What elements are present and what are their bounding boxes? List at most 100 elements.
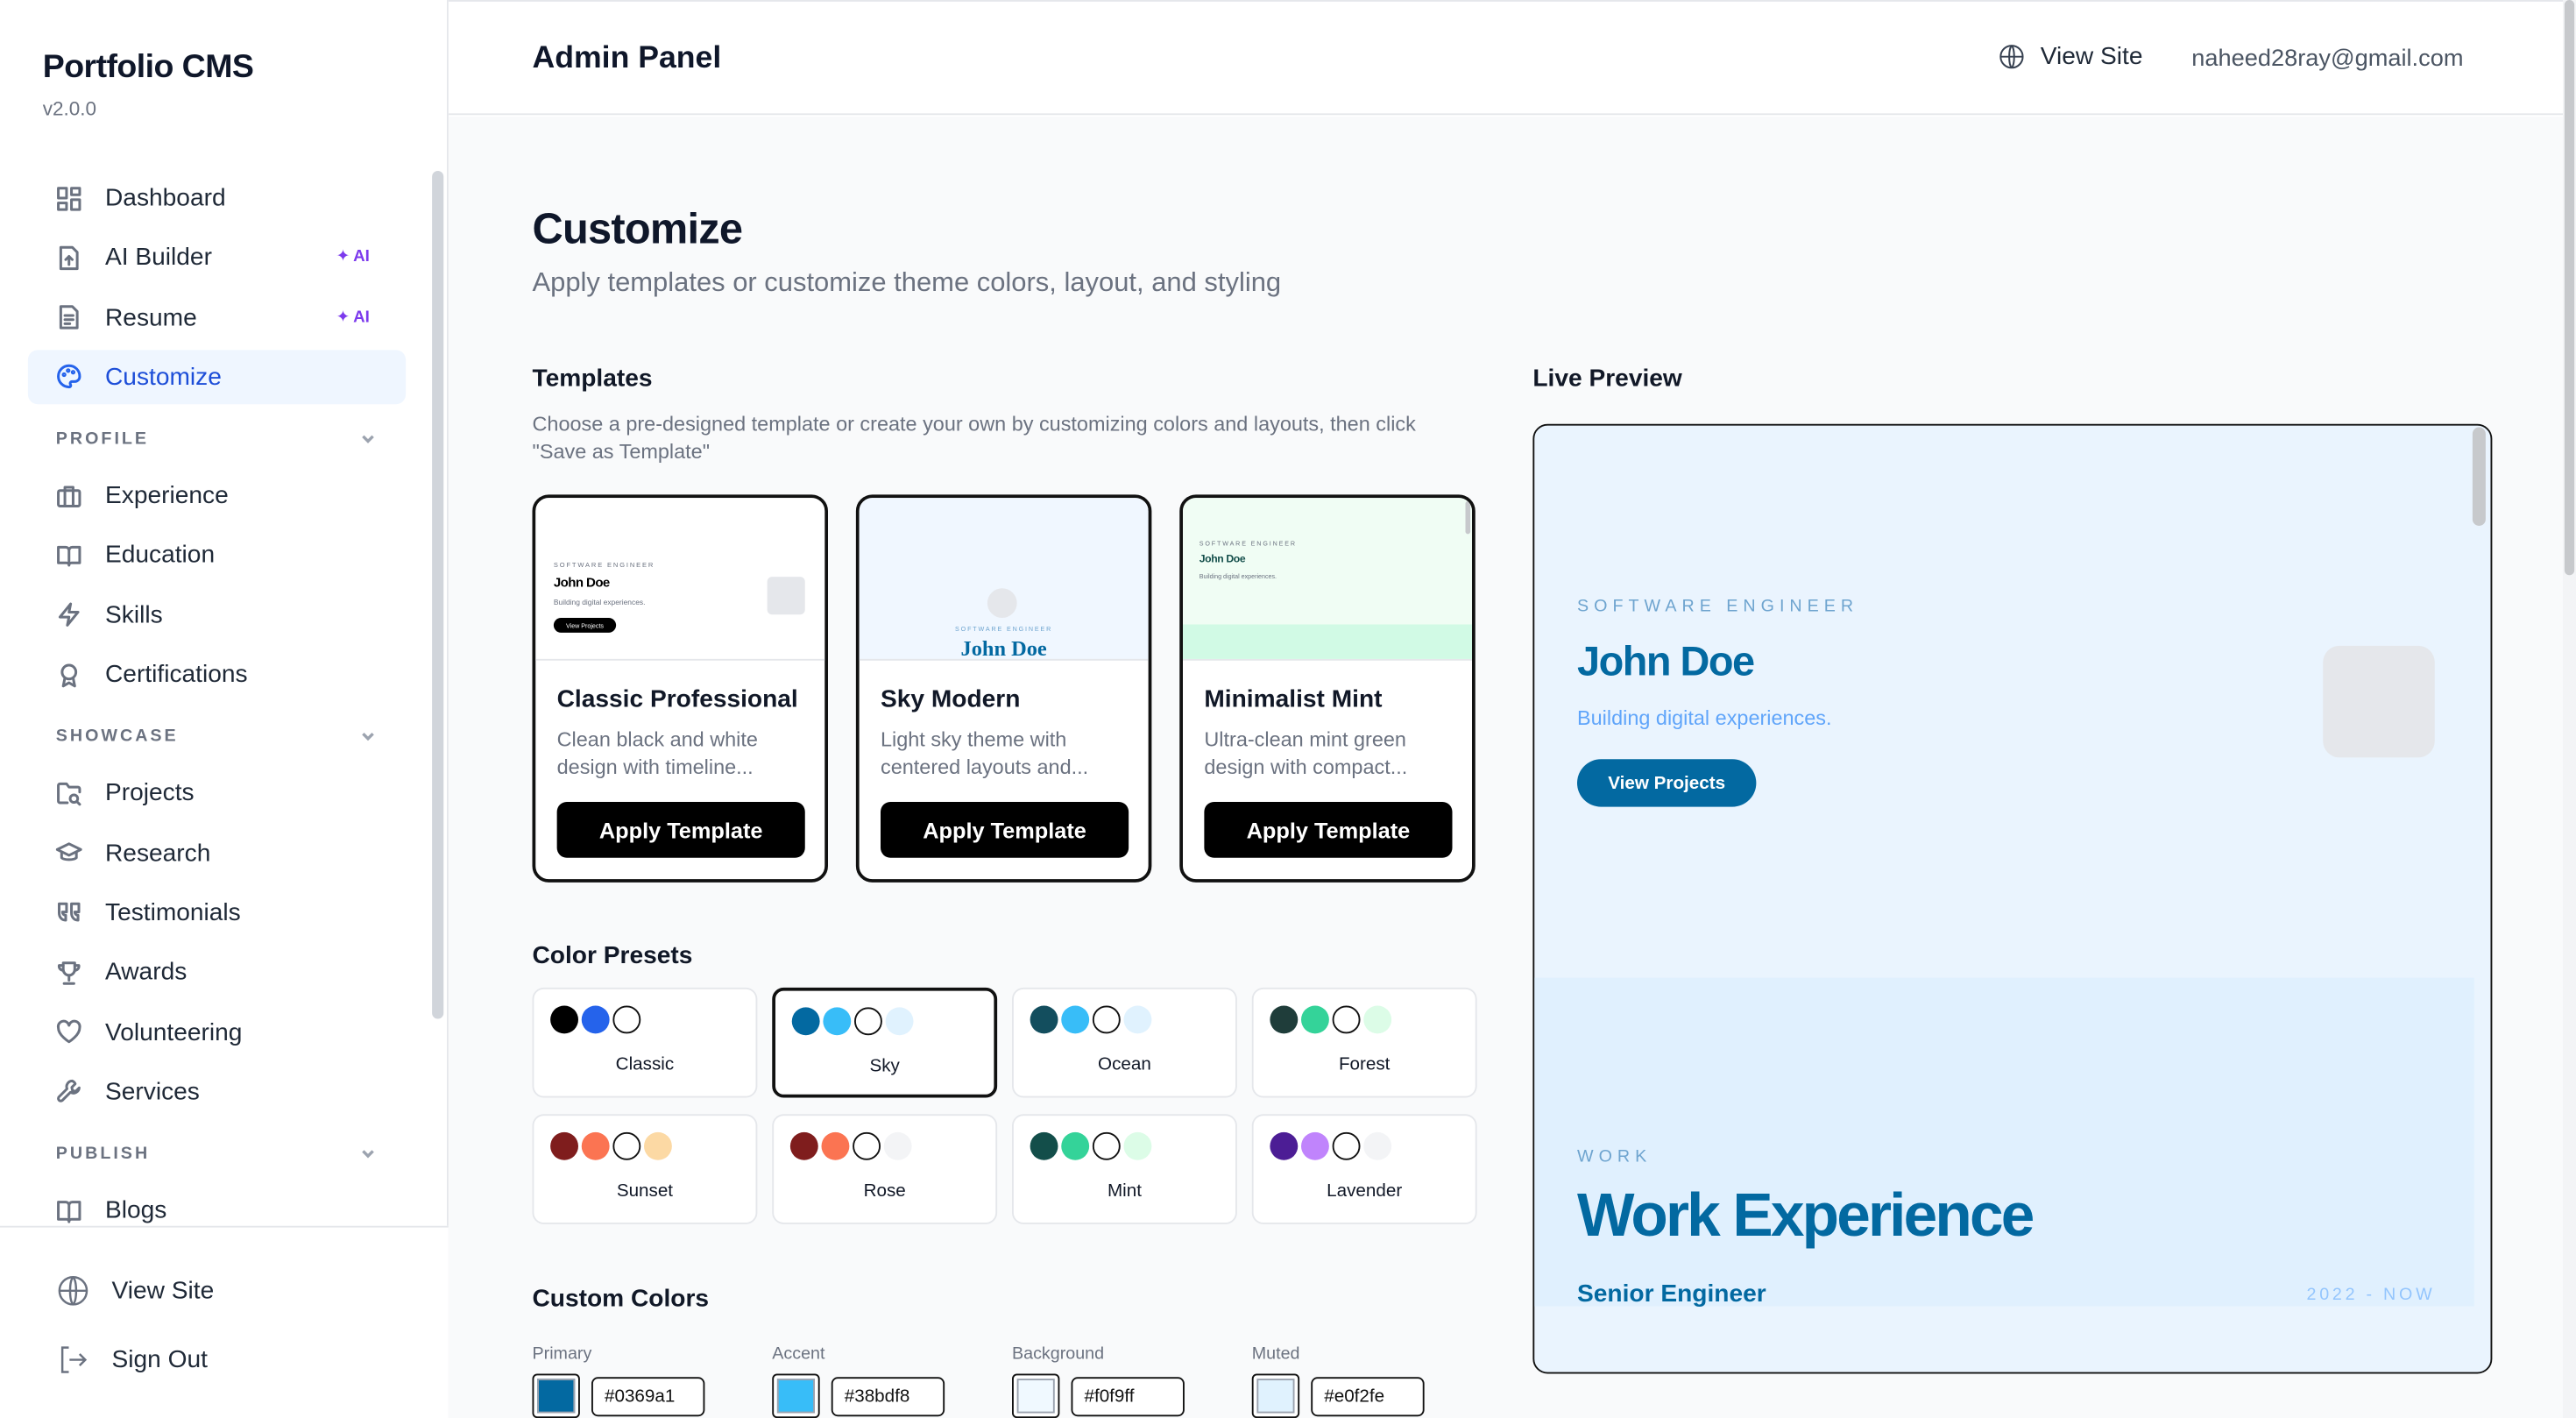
thumb-button: View Projects (553, 618, 617, 633)
sidebar-item-dashboard[interactable]: Dashboard (28, 171, 406, 225)
sidebar-footer: View Site Sign Out (0, 1225, 449, 1418)
color-swatch (1363, 1005, 1392, 1034)
chevron-down-icon (362, 733, 374, 741)
award-icon (56, 662, 82, 688)
sidebar-item-research[interactable]: Research (28, 826, 406, 881)
preview-scrollbar[interactable] (2472, 427, 2486, 526)
main-content: Customize Apply templates or customize t… (448, 117, 2563, 1418)
section-profile[interactable]: PROFILE (28, 409, 406, 469)
brand-version: v2.0.0 (42, 96, 97, 120)
section-showcase[interactable]: SHOWCASE (28, 707, 406, 767)
top-header: Admin Panel View Site naheed28ray@gmail.… (448, 0, 2563, 116)
sidebar-item-label: AI Builder (105, 244, 212, 272)
chevron-down-icon (362, 435, 374, 444)
preset-swatches (550, 1131, 672, 1160)
color-preset-mint[interactable]: Mint (1012, 1114, 1237, 1224)
sidebar-item-label: Blogs (105, 1196, 167, 1225)
sidebar-item-customize[interactable]: Customize (27, 350, 407, 405)
hex-input-primary[interactable] (591, 1377, 705, 1417)
user-email[interactable]: naheed28ray@gmail.com (2191, 46, 2463, 73)
sidebar-item-label: Services (105, 1077, 200, 1106)
sidebar-item-label: Education (105, 541, 216, 570)
color-picker-primary[interactable] (532, 1373, 580, 1418)
color-preset-classic[interactable]: Classic (532, 987, 758, 1098)
sidebar-item-resume[interactable]: Resume ✦ AI (28, 290, 406, 344)
preset-swatches (550, 1005, 672, 1034)
apply-template-button[interactable]: Apply Template (556, 802, 805, 858)
sidebar-scrollbar[interactable] (432, 171, 444, 1019)
sidebar-item-skills[interactable]: Skills (28, 588, 406, 642)
preview-date: 2022 - NOW (2306, 1285, 2436, 1305)
sidebar-item-label: Dashboard (105, 184, 226, 212)
preset-swatches (791, 1007, 914, 1036)
sidebar-item-certifications[interactable]: Certifications (28, 648, 406, 702)
file-upload-icon (56, 245, 82, 271)
header-view-site-link[interactable]: View Site (1998, 43, 2142, 71)
color-preset-rose[interactable]: Rose (772, 1114, 998, 1224)
color-picker-fill (537, 1379, 576, 1414)
sidebar-item-label: Volunteering (105, 1017, 243, 1046)
color-picker-background[interactable] (1012, 1373, 1060, 1418)
template-name: Sky Modern (881, 684, 1021, 713)
color-swatch (1270, 1005, 1299, 1034)
sidebar-item-volunteering[interactable]: Volunteering (28, 1005, 406, 1060)
preview-view-projects-button[interactable]: View Projects (1577, 759, 1757, 807)
templates-heading: Templates (532, 365, 653, 393)
sign-out-button[interactable]: Sign Out (56, 1343, 208, 1377)
color-swatch (853, 1131, 881, 1160)
custom-color-label: Muted (1251, 1344, 1300, 1365)
sidebar-item-label: Experience (105, 481, 229, 510)
template-thumbnail: SOFTWARE ENGINEER John Doe Building digi… (1183, 498, 1472, 661)
color-preset-forest[interactable]: Forest (1251, 987, 1477, 1098)
templates-description: Choose a pre-designed template or create… (532, 412, 1416, 464)
hex-input-accent[interactable] (831, 1377, 945, 1417)
color-swatch (1092, 1131, 1121, 1160)
color-preset-sky[interactable]: Sky (772, 987, 998, 1098)
chevron-down-icon (362, 1150, 374, 1159)
file-text-icon (56, 304, 82, 330)
sidebar-item-awards[interactable]: Awards (28, 946, 406, 1000)
ai-badge-label: AI (353, 308, 370, 327)
footer-view-site-link[interactable]: View Site (56, 1273, 214, 1308)
preset-name: Forest (1338, 1054, 1391, 1075)
custom-colors-heading: Custom Colors (532, 1285, 710, 1314)
preset-name: Lavender (1327, 1181, 1403, 1202)
briefcase-icon (56, 483, 82, 509)
template-card-sky-modern[interactable]: SOFTWARE ENGINEER John Doe Sky Modern Li… (855, 494, 1152, 883)
hex-input-muted[interactable] (1311, 1377, 1425, 1417)
hex-input-background[interactable] (1071, 1377, 1185, 1417)
apply-template-button[interactable]: Apply Template (1204, 802, 1453, 858)
preset-swatches (1270, 1131, 1392, 1160)
brand-title: Portfolio CMS (42, 49, 254, 86)
color-preset-ocean[interactable]: Ocean (1012, 987, 1237, 1098)
book-icon (56, 542, 82, 569)
sidebar-item-testimonials[interactable]: Testimonials (28, 886, 406, 940)
sidebar-item-services[interactable]: Services (28, 1065, 406, 1119)
color-swatch (1301, 1005, 1329, 1034)
template-card-minimalist-mint[interactable]: SOFTWARE ENGINEER John Doe Building digi… (1179, 494, 1476, 883)
apply-template-button[interactable]: Apply Template (881, 802, 1129, 858)
color-picker-accent[interactable] (772, 1373, 820, 1418)
thumb-kicker: SOFTWARE ENGINEER (955, 626, 1053, 633)
template-card-classic[interactable]: SOFTWARE ENGINEER John Doe Building digi… (532, 494, 828, 883)
color-preset-lavender[interactable]: Lavender (1251, 1114, 1477, 1224)
color-preset-sunset[interactable]: Sunset (532, 1114, 758, 1224)
sidebar-item-experience[interactable]: Experience (28, 469, 406, 523)
color-picker-fill (776, 1379, 815, 1414)
color-swatch (1030, 1005, 1058, 1034)
preview-name: John Doe (1577, 639, 1755, 685)
sidebar-item-ai-builder[interactable]: AI Builder ✦ AI (28, 230, 406, 285)
page-scrollbar[interactable] (2563, 0, 2576, 1418)
palette-icon (56, 364, 82, 390)
globe-icon (58, 1275, 88, 1306)
live-preview-frame[interactable]: SOFTWARE ENGINEER John Doe Building digi… (1532, 423, 2493, 1374)
page-scrollbar-thumb[interactable] (2564, 0, 2575, 576)
sidebar-item-education[interactable]: Education (28, 528, 406, 583)
section-publish[interactable]: PUBLISH (28, 1124, 406, 1184)
thumb-tagline: Building digital experiences. (1199, 573, 1277, 580)
thumb-kicker: SOFTWARE ENGINEER (1199, 540, 1297, 548)
color-picker-muted[interactable] (1251, 1373, 1300, 1418)
sidebar-item-projects[interactable]: Projects (28, 766, 406, 820)
custom-color-label: Accent (772, 1344, 825, 1365)
zap-icon (56, 602, 82, 628)
